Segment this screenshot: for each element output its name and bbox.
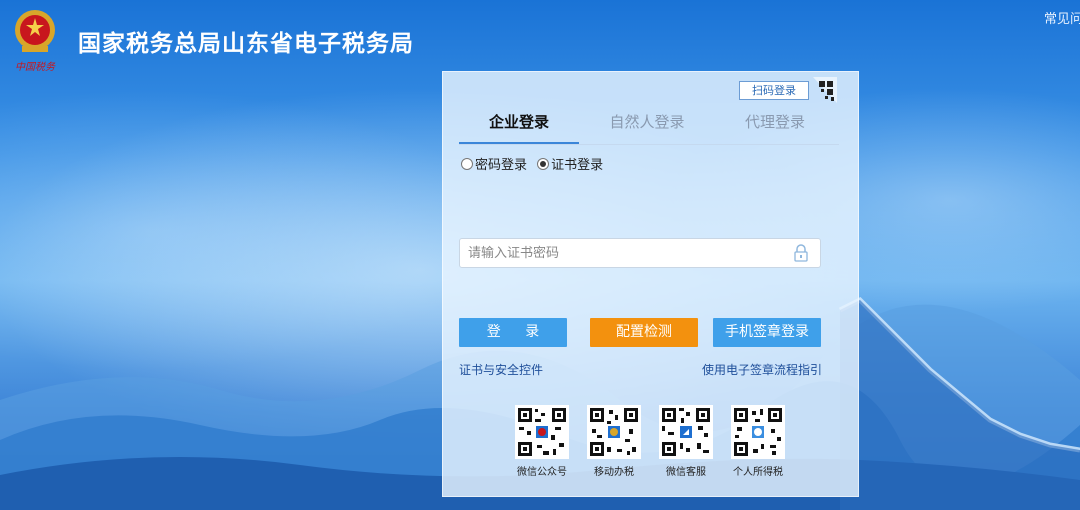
svg-text:中国税务: 中国税务 xyxy=(15,61,56,73)
qr-code-icon xyxy=(659,405,713,459)
radio-password-login[interactable]: 密码登录 xyxy=(461,154,527,173)
tab-agent-login[interactable]: 代理登录 xyxy=(715,112,835,144)
radio-button-checked[interactable] xyxy=(537,158,550,170)
qr-wechat-service: 微信客服 xyxy=(650,405,722,478)
qr-mobile-tax: 移动办税 xyxy=(578,405,650,478)
national-emblem-icon: 中国税务 xyxy=(15,10,56,73)
qr-label: 微信公众号 xyxy=(517,467,567,478)
login-method-group: 密码登录 证书登录 xyxy=(461,154,609,173)
config-check-button[interactable]: 配置检测 xyxy=(590,318,698,347)
tab-individual-login[interactable]: 自然人登录 xyxy=(587,112,707,144)
cert-password-input[interactable] xyxy=(460,239,788,267)
sign-guide-link[interactable]: 使用电子签章流程指引 xyxy=(702,361,822,378)
qr-label: 移动办税 xyxy=(594,467,634,478)
tab-enterprise-login[interactable]: 企业登录 xyxy=(459,112,579,144)
login-panel: 扫码登录 企业登录 自然人登录 代理登录 密码登录 证书登录 登 录 配置检测 … xyxy=(442,71,859,497)
login-button[interactable]: 登 录 xyxy=(459,318,567,347)
radio-button[interactable] xyxy=(461,158,473,170)
cert-password-field xyxy=(459,238,821,268)
qr-code-icon xyxy=(515,405,569,459)
lock-icon xyxy=(794,244,808,262)
site-title: 国家税务总局山东省电子税务局 xyxy=(78,31,414,57)
qr-label: 个人所得税 xyxy=(733,467,783,478)
qr-code-toggle-icon[interactable] xyxy=(813,77,837,103)
cert-control-link[interactable]: 证书与安全控件 xyxy=(459,361,543,378)
active-tab-indicator xyxy=(459,142,579,144)
qr-code-icon xyxy=(587,405,641,459)
radio-label: 密码登录 xyxy=(475,158,528,173)
scan-login-button[interactable]: 扫码登录 xyxy=(739,81,809,100)
site-header: 中国税务 国家税务总局山东省电子税务局 常见问题 xyxy=(0,0,1080,73)
qr-code-icon xyxy=(731,405,785,459)
login-tabs: 企业登录 自然人登录 代理登录 xyxy=(459,112,839,145)
radio-label: 证书登录 xyxy=(551,158,604,173)
mobile-sign-login-button[interactable]: 手机签章登录 xyxy=(713,318,821,347)
qr-label: 微信客服 xyxy=(666,467,706,478)
help-link[interactable]: 常见问题 xyxy=(1044,8,1080,27)
qr-wechat-official: 微信公众号 xyxy=(506,405,578,478)
qr-personal-income-tax: 个人所得税 xyxy=(722,405,794,478)
radio-cert-login[interactable]: 证书登录 xyxy=(537,154,603,173)
